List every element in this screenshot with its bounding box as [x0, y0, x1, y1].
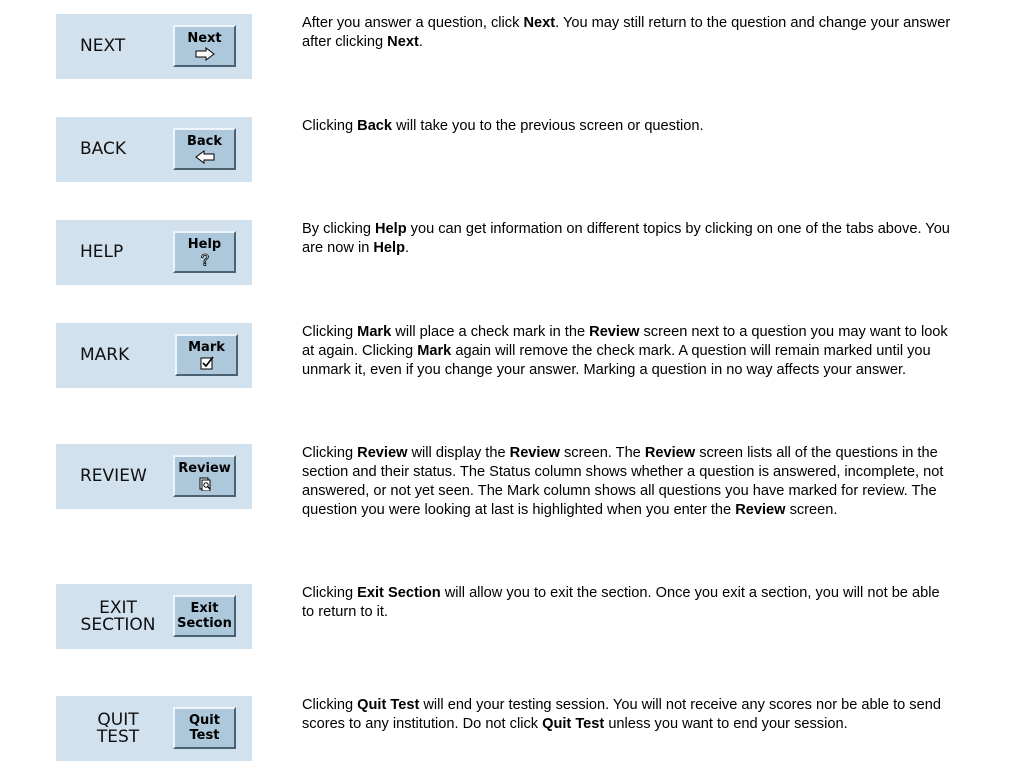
keyword: Quit Test [357, 697, 420, 713]
mark-button[interactable]: Mark [175, 334, 238, 376]
description-text: Clicking [302, 118, 358, 134]
next-tile: NEXT Next [56, 14, 252, 79]
next-label: NEXT [80, 36, 126, 56]
description-text: By clicking [302, 221, 375, 237]
exit-section-description: Clicking Exit Section will allow you to … [302, 584, 952, 622]
quit-test-label: QUIT TEST [56, 696, 174, 761]
review-tile: REVIEW Review [56, 444, 252, 509]
mark-tile: MARK Mark [56, 323, 252, 388]
keyword: Mark [357, 324, 392, 340]
description-text: Clicking [302, 445, 358, 461]
arrow-right-icon [195, 47, 215, 61]
mark-description: Clicking Mark will place a check mark in… [302, 323, 952, 380]
review-document-icon [199, 477, 210, 491]
keyword: Help [375, 221, 407, 237]
help-tile: HELP Help [56, 220, 252, 285]
back-button[interactable]: Back [173, 128, 236, 170]
back-description: Clicking Back will take you to the previ… [302, 117, 952, 136]
keyword: Review [357, 445, 408, 461]
question-mark-icon [200, 253, 209, 266]
keyword: Review [509, 445, 560, 461]
keyword: Review [735, 502, 786, 518]
help-button[interactable]: Help [173, 231, 236, 273]
exit-section-button-line1: Exit [190, 601, 219, 616]
exit-section-button-line2: Section [177, 616, 232, 631]
quit-test-button[interactable]: Quit Test [173, 707, 236, 749]
quit-test-button-line2: Test [189, 728, 220, 743]
help-label: HELP [80, 242, 124, 262]
keyword: Quit Test [542, 716, 605, 732]
description-text: screen. The [559, 445, 645, 461]
review-button-label: Review [178, 461, 231, 476]
help-button-label: Help [187, 237, 222, 252]
mark-button-label: Mark [188, 340, 225, 355]
description-text: will take you to the previous screen or … [392, 118, 704, 134]
review-description: Clicking Review will display the Review … [302, 444, 952, 520]
quit-test-label-line2: TEST [96, 726, 140, 747]
quit-test-label-line1: QUIT [97, 709, 139, 730]
keyword: Back [357, 118, 393, 134]
keyword: Help [373, 240, 406, 256]
quit-test-description: Clicking Quit Test will end your testing… [302, 696, 952, 734]
next-button[interactable]: Next [173, 25, 236, 67]
keyword: Mark [417, 343, 452, 359]
keyword: Next [523, 15, 556, 31]
keyword: Review [644, 445, 696, 461]
description-text: After you answer a question, click [302, 15, 524, 31]
mark-label: MARK [80, 345, 130, 365]
exit-section-label-line1: EXIT [99, 597, 137, 618]
keyword: Next [387, 34, 419, 50]
description-text: unless you want to end your session. [604, 716, 848, 732]
description-text: screen. [785, 502, 838, 518]
keyword: Review [589, 324, 640, 340]
review-label: REVIEW [80, 466, 147, 486]
next-button-label: Next [187, 31, 222, 46]
help-description: By clicking Help you can get information… [302, 220, 952, 258]
quit-test-tile: QUIT TEST Quit Test [56, 696, 252, 761]
description-text: will place a check mark in the [391, 324, 590, 340]
quit-test-button-line1: Quit [189, 713, 220, 728]
exit-section-button[interactable]: Exit Section [173, 595, 236, 637]
checkbox-checked-icon [200, 356, 214, 370]
description-text: . [405, 240, 410, 256]
exit-section-label-line2: SECTION [80, 614, 156, 635]
keyword: Exit Section [357, 585, 441, 601]
description-text: Clicking [302, 324, 358, 340]
next-description: After you answer a question, click Next.… [302, 14, 952, 52]
arrow-left-icon [194, 150, 214, 164]
exit-section-tile: EXIT SECTION Exit Section [56, 584, 252, 649]
back-button-label: Back [186, 134, 223, 149]
exit-section-label: EXIT SECTION [56, 584, 174, 649]
description-text: Clicking [302, 697, 358, 713]
description-text: Clicking [302, 585, 358, 601]
back-label: BACK [80, 139, 127, 159]
description-text: . [418, 34, 423, 50]
back-tile: BACK Back [56, 117, 252, 182]
review-button[interactable]: Review [173, 455, 236, 497]
description-text: will display the [407, 445, 510, 461]
